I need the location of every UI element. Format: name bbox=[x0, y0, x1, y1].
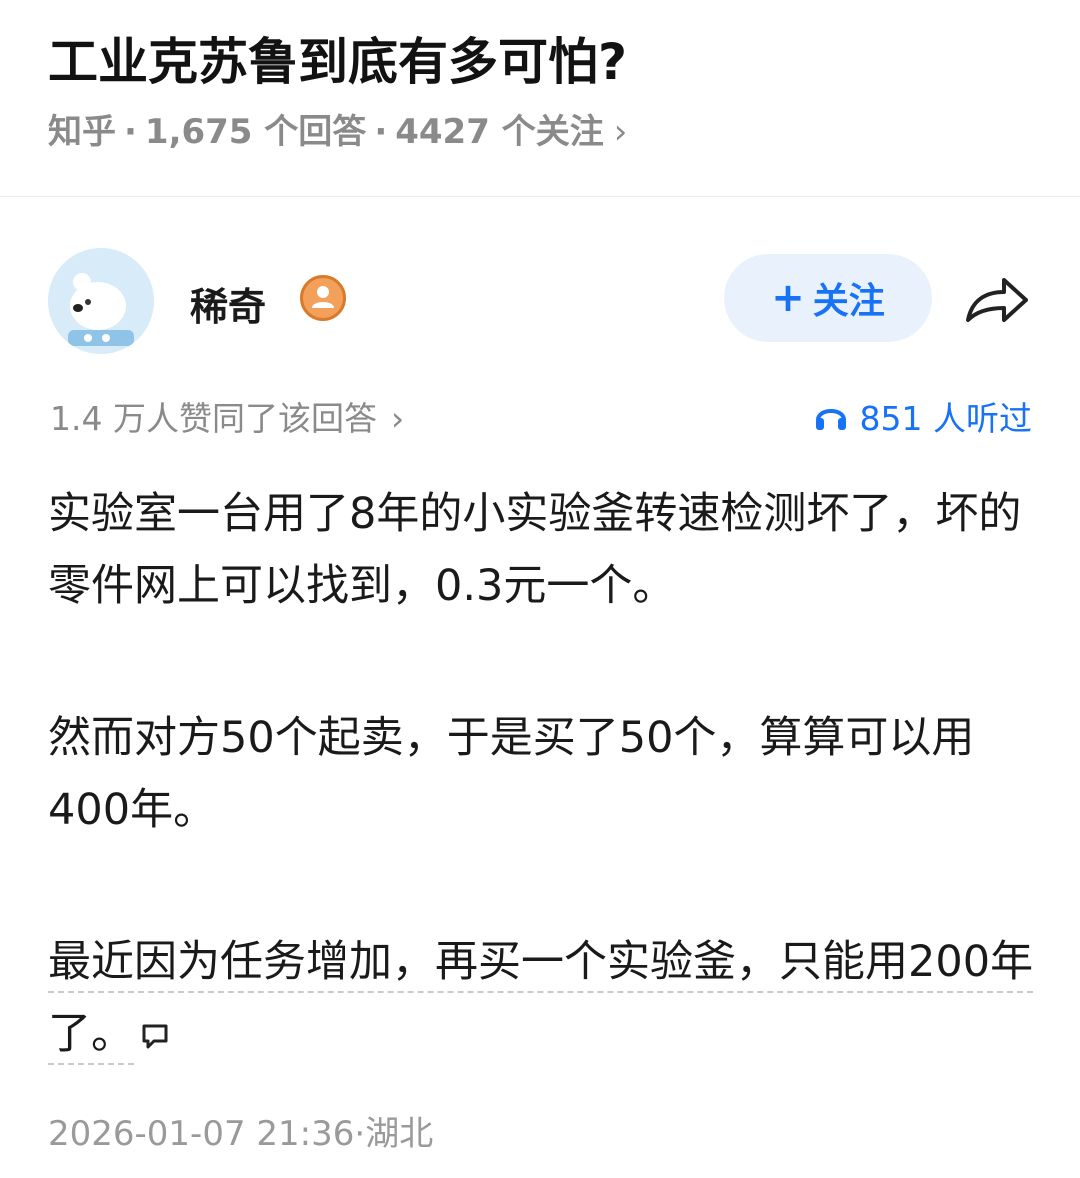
chevron-right-icon: › bbox=[390, 399, 405, 438]
header-divider bbox=[0, 196, 1080, 197]
author-row: 稀奇 + 关注 bbox=[0, 240, 1080, 360]
follow-label: 关注 bbox=[812, 281, 885, 322]
answer-content: 实验室一台用了8年的小实验釜转速检测坏了，坏的零件网上可以找到，0.3元一个。 … bbox=[48, 478, 1038, 1073]
headphones-icon bbox=[815, 409, 846, 430]
comment-bubble-icon[interactable] bbox=[140, 1001, 170, 1073]
follow-button[interactable]: + 关注 bbox=[724, 254, 932, 342]
plus-icon: + bbox=[771, 275, 805, 321]
votes-text: 1.4 万人赞同了该回答 bbox=[50, 399, 377, 438]
followers-count: 4427 个关注 bbox=[395, 112, 604, 152]
stats-row: 1.4 万人赞同了该回答 › 851 人听过 bbox=[0, 392, 1080, 442]
user-badge-icon bbox=[300, 275, 346, 321]
share-arrow-icon[interactable] bbox=[962, 272, 1032, 328]
listens-text: 851 人听过 bbox=[859, 399, 1032, 438]
chevron-right-icon: › bbox=[613, 112, 628, 152]
question-title[interactable]: 工业克苏鲁到底有多可怕? bbox=[48, 22, 627, 94]
source-label: 知乎 bbox=[48, 112, 116, 152]
votes-summary[interactable]: 1.4 万人赞同了该回答 › bbox=[50, 392, 404, 440]
question-header: 工业克苏鲁到底有多可怕? 知乎 · 1,675 个回答 · 4427 个关注 › bbox=[0, 0, 1080, 196]
question-meta[interactable]: 知乎 · 1,675 个回答 · 4427 个关注 › bbox=[48, 104, 627, 153]
answer-paragraph: 然而对方50个起卖，于是买了50个，算算可以用400年。 bbox=[48, 713, 975, 835]
bear-avatar-icon[interactable] bbox=[48, 248, 154, 354]
answer-paragraph-highlighted[interactable]: 最近因为任务增加，再买一个实验釜，只能用200年了。 bbox=[48, 926, 1038, 1073]
answers-count: 1,675 个回答 bbox=[144, 112, 367, 152]
answer-paragraph: 实验室一台用了8年的小实验釜转速检测坏了，坏的零件网上可以找到，0.3元一个。 bbox=[48, 489, 1022, 611]
underlined-text: 最近因为任务增加，再买一个实验釜，只能用200年了。 bbox=[48, 937, 1034, 1065]
publish-time-location: 2026-01-07 21:36·湖北 bbox=[48, 1114, 434, 1154]
listen-count[interactable]: 851 人听过 bbox=[814, 392, 1032, 440]
author-name[interactable]: 稀奇 bbox=[190, 276, 266, 331]
